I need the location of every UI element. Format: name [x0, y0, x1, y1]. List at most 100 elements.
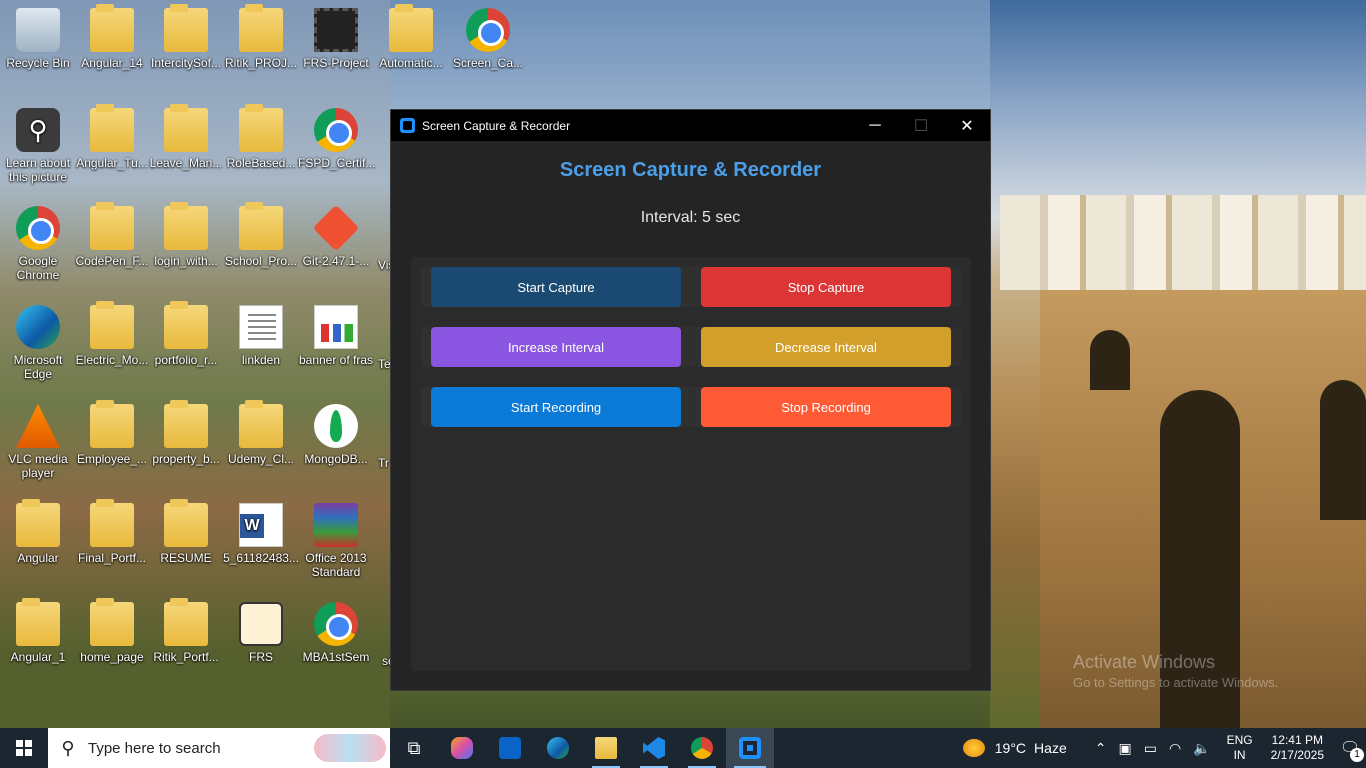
- desktop-icon-login-with[interactable]: login_with...: [148, 202, 224, 268]
- folder-icon: [239, 400, 283, 448]
- start-recording-button[interactable]: Start Recording: [431, 387, 681, 427]
- notification-badge: 1: [1350, 748, 1364, 762]
- winrar-icon: [314, 503, 358, 547]
- chrome-taskbar-button[interactable]: [678, 728, 726, 768]
- system-tray: 19°C Haze ⌃ ▣ ▭ ◠ 🔈 ENG IN 12:41 PM 2/17…: [962, 728, 1366, 768]
- outlook-icon: [499, 737, 521, 759]
- task-view-icon: ⧉: [407, 737, 421, 758]
- desktop-icon-frs[interactable]: FRS: [223, 602, 299, 664]
- file-explorer-icon: [595, 737, 617, 759]
- language-indicator[interactable]: ENG IN: [1227, 733, 1253, 763]
- folder-icon: [164, 400, 208, 448]
- chrome-file-icon: [314, 108, 358, 152]
- desktop-icon-electric-mo[interactable]: Electric_Mo...: [74, 301, 150, 367]
- increase-interval-button[interactable]: Increase Interval: [431, 327, 681, 367]
- task-view-button[interactable]: ⧉: [390, 728, 438, 768]
- desktop-icon-property-b[interactable]: property_b...: [148, 400, 224, 466]
- desktop-icon-google-chrome[interactable]: Google Chrome: [0, 206, 76, 282]
- desktop-icon-udemy-cl[interactable]: Udemy_Cl...: [223, 400, 299, 466]
- weather-widget[interactable]: 19°C Haze: [962, 739, 1067, 757]
- wifi-icon[interactable]: ◠: [1169, 740, 1181, 757]
- clock[interactable]: 12:41 PM 2/17/2025: [1271, 733, 1324, 763]
- notification-center-button[interactable]: 🗨 1: [1334, 728, 1366, 768]
- desktop-icon-word-doc[interactable]: 5_61182483...: [223, 503, 299, 565]
- desktop-icon-microsoft-edge[interactable]: Microsoft Edge: [0, 305, 76, 381]
- desktop-icon-linkden[interactable]: linkden: [223, 305, 299, 367]
- volume-muted-icon[interactable]: 🔈: [1193, 740, 1210, 757]
- desktop-icon-home-page[interactable]: home_page: [74, 598, 150, 664]
- folder-icon: [90, 4, 134, 52]
- vscode-button[interactable]: [630, 728, 678, 768]
- stop-recording-button[interactable]: Stop Recording: [701, 387, 951, 427]
- screen-capture-taskbar-button[interactable]: [726, 728, 774, 768]
- folder-icon: [90, 598, 134, 646]
- desktop-icon-school-pro[interactable]: School_Pro...: [223, 202, 299, 268]
- copilot-icon: [451, 737, 473, 759]
- text-file-icon: [239, 305, 283, 349]
- search-highlight-art: [314, 734, 386, 762]
- folder-icon: [90, 104, 134, 152]
- folder-icon: [90, 202, 134, 250]
- desktop-icon-ritik-proj[interactable]: Ritik_PROJ...: [223, 4, 299, 70]
- face-scan-icon: [239, 602, 283, 646]
- desktop-icon-angular[interactable]: Angular: [0, 499, 76, 565]
- desktop-icon-angular-tu[interactable]: Angular_Tu...: [74, 104, 150, 170]
- video-icon: [314, 8, 358, 52]
- close-button[interactable]: ✕: [944, 110, 990, 141]
- mongodb-icon: [314, 404, 358, 448]
- desktop-icon-recycle-bin[interactable]: Recycle Bin: [0, 8, 76, 70]
- vlc-icon: [16, 404, 60, 448]
- window-titlebar[interactable]: Screen Capture & Recorder ─ ☐ ✕: [391, 110, 990, 141]
- desktop-icon-final-portf[interactable]: Final_Portf...: [74, 499, 150, 565]
- desktop-icon-rolebased[interactable]: RoleBased...: [223, 104, 299, 170]
- desktop-icon-employee[interactable]: Employee_...: [74, 400, 150, 466]
- desktop-icon-angular-14[interactable]: Angular_14: [74, 4, 150, 70]
- start-capture-button[interactable]: Start Capture: [431, 267, 681, 307]
- bridge-arch: [1090, 330, 1130, 390]
- chrome-icon: [691, 737, 713, 759]
- start-button[interactable]: [0, 728, 48, 768]
- edge-icon: [16, 305, 60, 349]
- desktop-icon-angular-1[interactable]: Angular_1: [0, 598, 76, 664]
- folder-icon: [164, 104, 208, 152]
- desktop-icon-leave-man[interactable]: Leave_Man...: [148, 104, 224, 170]
- edge-icon: [547, 737, 569, 759]
- desktop-icon-fspd-certif[interactable]: FSPD_Certif...: [298, 108, 375, 170]
- desktop-icon-vlc[interactable]: VLC media player: [0, 404, 76, 480]
- battery-icon[interactable]: ▭: [1144, 740, 1157, 757]
- stop-capture-button[interactable]: Stop Capture: [701, 267, 951, 307]
- interval-row: Increase Interval Decrease Interval: [421, 327, 961, 367]
- maximize-button[interactable]: ☐: [898, 110, 944, 141]
- folder-icon: [90, 400, 134, 448]
- edge-taskbar-button[interactable]: [534, 728, 582, 768]
- file-explorer-button[interactable]: [582, 728, 630, 768]
- desktop-icon-screen-ca[interactable]: Screen_Ca...: [450, 8, 526, 70]
- desktop-icon-frs-project[interactable]: FRS-Project: [298, 8, 374, 70]
- folder-icon: [164, 598, 208, 646]
- capture-row: Start Capture Stop Capture: [421, 267, 961, 307]
- folder-icon: [239, 202, 283, 250]
- folder-icon: [389, 4, 433, 52]
- interval-label: Interval: 5 sec: [640, 209, 741, 226]
- decrease-interval-button[interactable]: Decrease Interval: [701, 327, 951, 367]
- meet-now-icon[interactable]: ▣: [1118, 740, 1131, 757]
- search-placeholder: Type here to search: [88, 739, 221, 757]
- folder-icon: [164, 202, 208, 250]
- desktop-icon-intercitysof[interactable]: IntercitySof...: [148, 4, 224, 70]
- desktop-icon-ritik-portf[interactable]: Ritik_Portf...: [148, 598, 224, 664]
- copilot-button[interactable]: [438, 728, 486, 768]
- minimize-button[interactable]: ─: [852, 110, 898, 141]
- desktop-icon-codepen[interactable]: CodePen_F...: [74, 202, 150, 268]
- taskbar-search[interactable]: ⚲ Type here to search: [48, 728, 390, 768]
- desktop-icon-learn-picture[interactable]: Learn about this picture: [0, 108, 76, 184]
- windows-logo-icon: [16, 740, 32, 756]
- chevron-up-icon[interactable]: ⌃: [1095, 740, 1107, 757]
- folder-icon: [164, 4, 208, 52]
- haze-sun-icon: [962, 739, 985, 757]
- desktop-icon-portfolio-r[interactable]: portfolio_r...: [148, 301, 224, 367]
- desktop-icon-resume[interactable]: RESUME: [148, 499, 224, 565]
- desktop-icon-automatic[interactable]: Automatic...: [373, 4, 449, 70]
- outlook-button[interactable]: [486, 728, 534, 768]
- desktop-icon-office-2013[interactable]: Office 2013 Standard: [298, 503, 374, 579]
- app-heading: Screen Capture & Recorder: [559, 159, 822, 181]
